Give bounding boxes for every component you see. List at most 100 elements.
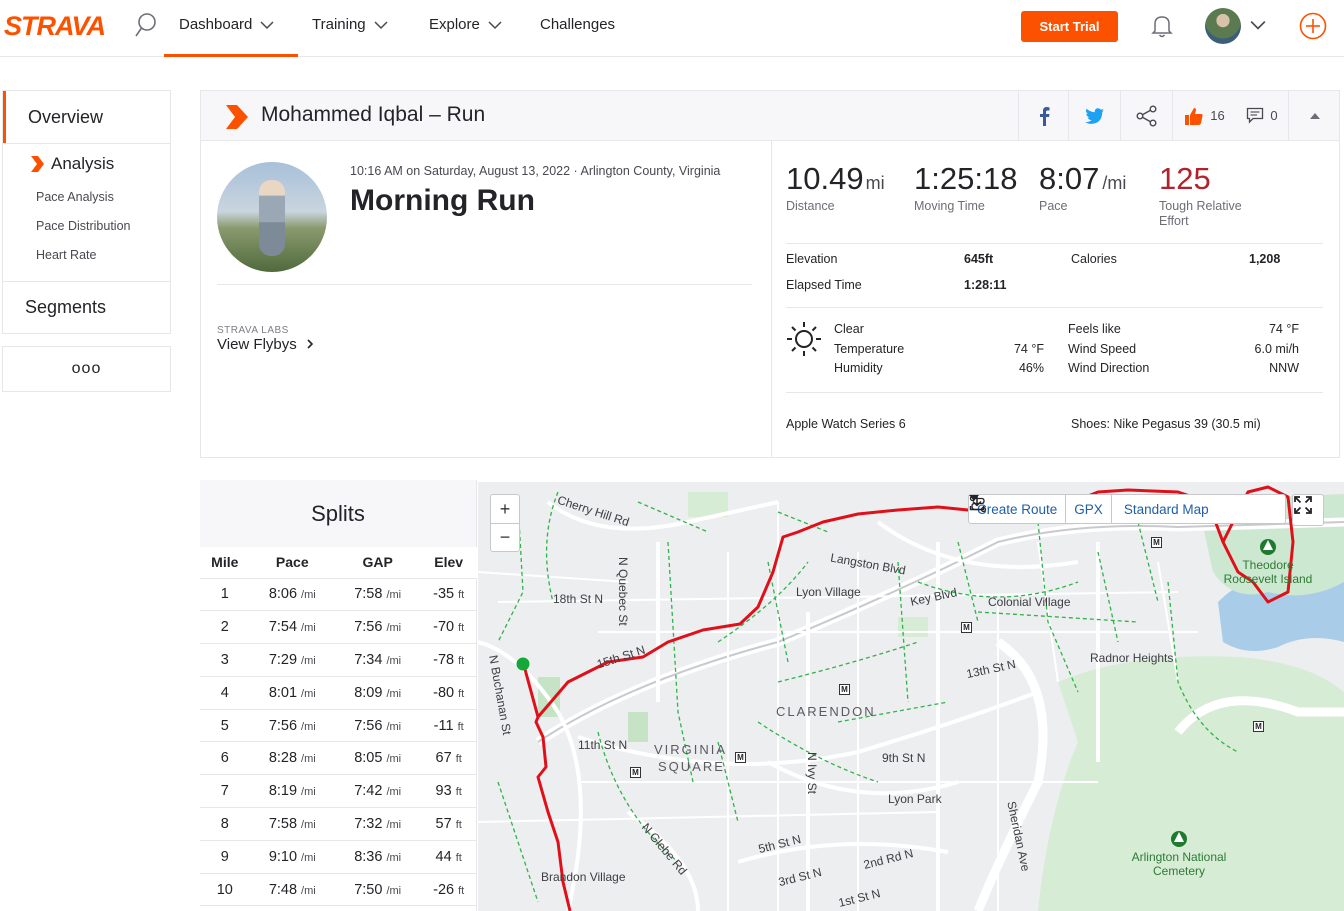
strava-labs-label: STRAVA LABS [217, 325, 289, 336]
split-elev: 57 ft [420, 807, 477, 841]
twitter-share-button[interactable] [1068, 91, 1120, 140]
split-elev-unit: ft [457, 720, 464, 733]
map-type-select[interactable]: Standard Map [969, 495, 1221, 517]
split-elev-unit: ft [458, 687, 465, 700]
more-button[interactable]: ooo [2, 346, 171, 392]
split-elev-unit: ft [458, 654, 465, 667]
area-label: CLARENDON [776, 704, 876, 719]
shoes-link[interactable]: Shoes: Nike Pegasus 39 (30.5 mi) [1071, 417, 1261, 431]
street-label: 18th St N [553, 592, 604, 606]
split-row[interactable]: 5 7:56/mi 7:56/mi -11 ft [200, 709, 477, 743]
sidebar-item-pace-analysis[interactable]: Pace Analysis [3, 182, 170, 211]
create-route-label: Create Route [977, 501, 1058, 517]
view-flybys-link[interactable]: View Flybys [217, 336, 315, 353]
split-elev-value: -35 [433, 586, 455, 603]
split-gap: 7:50/mi [334, 873, 421, 907]
distance-unit: mi [865, 173, 885, 193]
split-gap: 8:05/mi [334, 741, 421, 776]
collapse-button[interactable] [1288, 91, 1340, 140]
comments-button[interactable]: 0 [1236, 91, 1288, 140]
split-mile-value: 1 [220, 586, 229, 603]
split-row[interactable]: 10 7:48/mi 7:50/mi -26 ft [200, 873, 477, 907]
nav-dashboard-label: Dashboard [179, 16, 253, 33]
zoom-out-button[interactable]: − [491, 523, 519, 551]
split-mile-value: 3 [220, 651, 229, 668]
sidebar-item-analysis[interactable]: Analysis [3, 152, 170, 176]
fullscreen-button[interactable] [1292, 494, 1324, 526]
divider [786, 307, 1323, 308]
split-elev: -78 ft [420, 643, 477, 677]
start-trial-button[interactable]: Start Trial [1021, 11, 1118, 42]
split-elev-value: 44 [435, 848, 452, 865]
divider [771, 141, 772, 458]
gpx-export-button[interactable]: GPX [969, 496, 1111, 517]
split-pace: 7:56/mi [249, 709, 335, 743]
sidebar: Overview Analysis Pace Analysis Pace Dis… [2, 90, 171, 392]
sidebar-item-segments[interactable]: Segments [3, 281, 170, 333]
strava-logo[interactable]: STRAVA [4, 11, 106, 42]
sidebar-item-heart-rate[interactable]: Heart Rate [3, 240, 170, 269]
split-row[interactable]: 8 7:58/mi 7:32/mi 57 ft [200, 807, 477, 841]
split-mile-value: 10 [216, 881, 233, 898]
avatar[interactable] [1205, 8, 1241, 44]
chevron-down-icon[interactable] [1250, 19, 1266, 31]
split-pace-unit: /mi [301, 589, 316, 602]
split-mile-value: 7 [220, 783, 229, 800]
kudos-button[interactable]: 16 [1172, 91, 1236, 140]
stat-moving-time: 1:25:18 Moving Time [914, 161, 1017, 214]
athlete-photo[interactable] [217, 162, 327, 272]
split-row[interactable]: 3 7:29/mi 7:34/mi -78 ft [200, 643, 477, 677]
comment-icon [1247, 107, 1264, 124]
split-pace: 8:19/mi [249, 774, 335, 809]
sidebar-item-overview[interactable]: Overview [3, 91, 170, 143]
feels-like-value: 74 °F [1268, 322, 1299, 336]
nav-dashboard[interactable]: Dashboard [179, 16, 274, 33]
device-name: Apple Watch Series 6 [786, 417, 906, 431]
split-pace: 9:10/mi [249, 840, 335, 874]
split-mile-value: 6 [220, 750, 229, 767]
route-map[interactable]: M M M M M M Cherry Hill Rd N Quebec St 1… [478, 482, 1344, 911]
distance-label: Distance [786, 199, 835, 213]
split-row[interactable]: 9 9:10/mi 8:36/mi 44 ft [200, 840, 477, 874]
nav-training[interactable]: Training [312, 16, 388, 33]
search-icon[interactable] [134, 12, 158, 38]
map-type-label: Standard Map [1123, 501, 1209, 517]
split-gap-unit: /mi [386, 818, 402, 831]
facebook-share-button[interactable] [1018, 91, 1068, 140]
sidebar-item-pace-distribution[interactable]: Pace Distribution [3, 211, 170, 240]
split-gap-value: 7:42 [354, 783, 383, 800]
pace-unit: /mi [1102, 173, 1127, 193]
weather-condition: Clear [834, 322, 864, 336]
split-pace: 8:01/mi [249, 676, 335, 710]
split-row[interactable]: 1 8:06/mi 7:58/mi -35 ft [200, 578, 477, 612]
bell-icon[interactable] [1150, 13, 1174, 39]
split-pace-value: 7:58 [268, 815, 298, 832]
nav-challenges[interactable]: Challenges [540, 16, 615, 33]
elevation-value: 645ft [964, 252, 994, 266]
split-pace-unit: /mi [301, 884, 316, 897]
split-mile: 4 [200, 676, 250, 710]
split-row[interactable]: 7 8:19/mi 7:42/mi 93 ft [200, 774, 477, 809]
calories-value: 1,208 [1249, 252, 1281, 266]
stat-relative-effort[interactable]: 125 Tough Relative Effort [1159, 161, 1242, 229]
map-toolbar: Create Route GPX Standard Map [968, 494, 1286, 524]
park-label-line1: Theodore [1242, 558, 1294, 572]
splits-header-elev: Elev [420, 547, 477, 579]
split-row[interactable]: 6 8:28/mi 8:05/mi 67 ft [200, 741, 477, 776]
pace-label: Pace [1039, 199, 1068, 213]
nav-explore[interactable]: Explore [429, 16, 502, 33]
split-mile: 5 [200, 709, 250, 743]
split-row[interactable]: 4 8:01/mi 8:09/mi -80 ft [200, 676, 477, 710]
kudos-count: 16 [1210, 108, 1225, 123]
split-mile: 9 [200, 840, 250, 874]
split-gap-value: 7:50 [354, 881, 383, 898]
plus-circle-icon[interactable] [1299, 12, 1327, 40]
split-pace-value: 7:48 [268, 881, 298, 898]
split-row[interactable]: 2 7:54/mi 7:56/mi -70 ft [200, 610, 477, 645]
split-pace: 8:06/mi [249, 578, 335, 612]
divider [786, 392, 1323, 393]
zoom-in-button[interactable]: + [491, 495, 519, 523]
elevation-label: Elevation [786, 252, 838, 266]
split-pace-unit: /mi [301, 786, 316, 799]
share-button[interactable] [1120, 91, 1172, 140]
